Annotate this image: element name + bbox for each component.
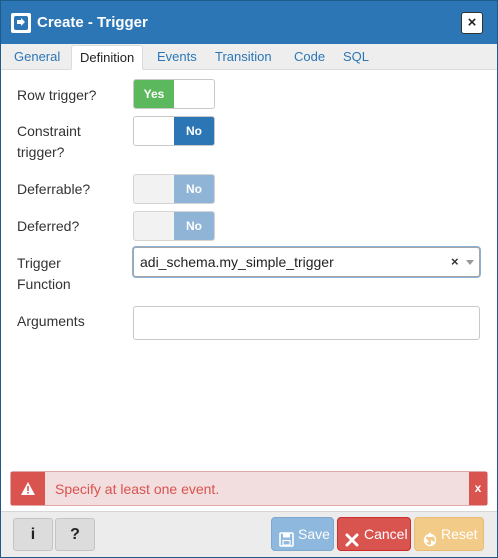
arguments-label: Arguments — [17, 313, 85, 329]
row-trigger-value: Yes — [134, 80, 174, 108]
row-trigger-label: Row trigger? — [17, 87, 97, 103]
dialog-title: Create - Trigger — [37, 14, 148, 31]
tab-definition[interactable]: Definition — [71, 45, 144, 70]
trigger-function-label-line2: Function — [17, 276, 71, 292]
title-bar[interactable]: Create - Trigger × — [1, 1, 497, 44]
tab-transition[interactable]: Transition — [207, 45, 280, 70]
deferred-value: No — [174, 212, 214, 240]
deferred-label: Deferred? — [17, 218, 80, 234]
error-banner: Specify at least one event. x — [10, 471, 488, 506]
tab-code[interactable]: Code — [286, 45, 333, 70]
help-button[interactable]: ? — [55, 518, 95, 551]
row-trigger-toggle[interactable]: Yes — [133, 79, 215, 109]
tab-bar: General Definition Events Transition Cod… — [1, 44, 497, 70]
trigger-function-label: Trigger Function — [17, 253, 71, 295]
create-trigger-dialog: Create - Trigger × General Definition Ev… — [0, 0, 498, 558]
trigger-function-select[interactable]: adi_schema.my_simple_trigger × — [133, 247, 480, 277]
warning-icon — [11, 472, 45, 505]
deferrable-label: Deferrable? — [17, 181, 91, 197]
deferrable-toggle[interactable]: No — [133, 174, 215, 204]
close-button[interactable]: × — [461, 12, 483, 34]
tab-general[interactable]: General — [6, 45, 68, 70]
trigger-function-label-line1: Trigger — [17, 255, 61, 271]
arguments-input[interactable] — [133, 306, 480, 340]
save-button[interactable]: Save — [271, 517, 334, 551]
info-button[interactable]: i — [13, 518, 53, 551]
cancel-label: Cancel — [364, 526, 408, 542]
recycle-icon — [422, 526, 438, 558]
constraint-trigger-value: No — [174, 117, 214, 145]
deferrable-value: No — [174, 175, 214, 203]
constraint-trigger-label-line2: trigger? — [17, 144, 65, 160]
tab-events[interactable]: Events — [149, 45, 205, 70]
close-icon — [345, 526, 359, 558]
save-label: Save — [298, 526, 330, 542]
dismiss-error-button[interactable]: x — [469, 472, 487, 505]
error-message: Specify at least one event. — [55, 481, 220, 497]
dropdown-arrow-icon[interactable] — [466, 260, 474, 265]
deferred-toggle[interactable]: No — [133, 211, 215, 241]
cancel-button[interactable]: Cancel — [337, 517, 411, 551]
trigger-function-value: adi_schema.my_simple_trigger — [140, 254, 334, 270]
constraint-trigger-label: Constraint trigger? — [17, 121, 81, 163]
reset-button[interactable]: Reset — [414, 517, 484, 551]
floppy-disk-icon — [279, 526, 294, 558]
dialog-footer: i ? Save Cancel Reset — [1, 511, 497, 557]
constraint-trigger-label-line1: Constraint — [17, 123, 81, 139]
reset-label: Reset — [441, 526, 478, 542]
constraint-trigger-toggle[interactable]: No — [133, 116, 215, 146]
trigger-icon — [11, 13, 31, 33]
clear-selection-icon[interactable]: × — [451, 254, 459, 269]
tab-sql[interactable]: SQL — [335, 45, 377, 70]
